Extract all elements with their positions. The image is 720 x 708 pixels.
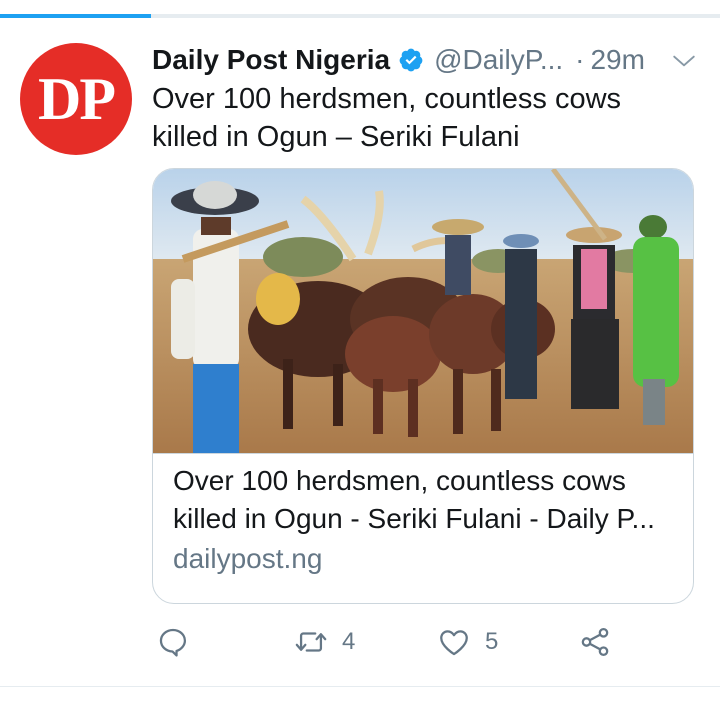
like-button[interactable]: 5 — [437, 625, 498, 659]
reply-icon — [159, 628, 187, 657]
retweet-count: 4 — [342, 628, 356, 655]
like-count: 5 — [485, 628, 499, 655]
separator-dot: · — [575, 44, 585, 75]
user-handle[interactable]: @DailyP... — [434, 44, 563, 76]
timestamp[interactable]: 29m — [590, 44, 644, 76]
progress-fill — [0, 14, 152, 18]
retweet-icon — [295, 632, 327, 652]
heart-icon — [440, 630, 468, 656]
card-title[interactable]: Over 100 herdsmen, countless cows killed… — [173, 462, 673, 538]
share-icon — [581, 627, 609, 657]
link-card[interactable]: Over 100 herdsmen, countless cows killed… — [152, 168, 694, 604]
herdsmen-photo — [153, 169, 693, 453]
reply-button[interactable] — [156, 625, 190, 659]
display-name[interactable]: Daily Post Nigeria — [152, 44, 390, 76]
card-title-line: Over 100 herdsmen, countless cows — [173, 465, 626, 496]
verified-badge-icon — [399, 48, 423, 72]
retweet-button[interactable]: 4 — [294, 625, 355, 659]
tweet-text: Over 100 herdsmen, countless cows killed… — [152, 80, 682, 156]
share-button[interactable] — [578, 625, 612, 659]
avatar[interactable]: DP — [20, 43, 132, 155]
card-image[interactable] — [153, 169, 693, 454]
tweet-text-line: Over 100 herdsmen, countless cows — [152, 83, 622, 115]
card-title-line: killed in Ogun - Seriki Fulani - Daily P… — [173, 503, 655, 534]
tweet-text-line: killed in Ogun – Seriki Fulani — [152, 121, 520, 153]
tweet-header: Daily Post Nigeria @DailyP... · 29m — [152, 40, 697, 80]
tweet-actions: 4 5 — [152, 625, 697, 669]
tweet-divider — [0, 686, 720, 687]
avatar-logo-text: DP — [38, 65, 116, 132]
chevron-down-icon[interactable] — [671, 48, 697, 74]
top-progress-bar — [0, 14, 720, 18]
card-domain[interactable]: dailypost.ng — [173, 540, 673, 578]
